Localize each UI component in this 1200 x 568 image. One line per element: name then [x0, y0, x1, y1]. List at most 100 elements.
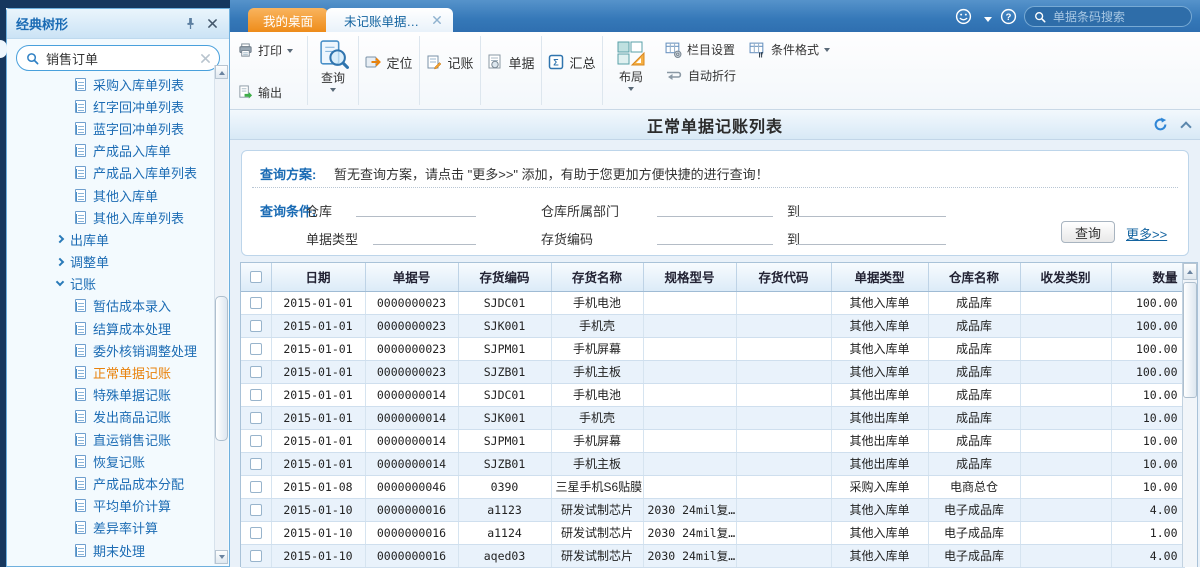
table-scrollbar[interactable]	[1182, 263, 1197, 567]
emotion-button[interactable]	[955, 8, 972, 25]
print-button[interactable]: 打印	[238, 42, 307, 59]
tree-item[interactable]	[9, 561, 212, 565]
table-row[interactable]: 2015-01-100000000016a1123研发试制芯片2030 24mi…	[241, 498, 1184, 521]
tree-item[interactable]: 产成品入库单列表	[9, 162, 212, 184]
table-row[interactable]: 2015-01-010000000023SJPM01手机屏幕其他入库单成品库10…	[241, 337, 1184, 360]
summary-button[interactable]: Σ 汇总	[548, 53, 595, 72]
tree-item[interactable]: 蓝字回冲单列表	[9, 117, 212, 139]
help-button[interactable]: ?	[1000, 8, 1017, 25]
query-button-large[interactable]: 查询	[308, 32, 358, 109]
select-all-checkbox[interactable]	[250, 271, 262, 283]
row-checkbox[interactable]	[250, 435, 262, 447]
more-link[interactable]: 更多>>	[1126, 224, 1167, 243]
tree-item[interactable]: 直运销售记账	[9, 428, 212, 450]
row-checkbox[interactable]	[250, 389, 262, 401]
search-clear-button[interactable]	[201, 54, 210, 63]
tree-item[interactable]: 正常单据记账	[9, 361, 212, 383]
row-checkbox[interactable]	[250, 343, 262, 355]
table-cell: 电子成品库	[928, 521, 1020, 544]
row-checkbox[interactable]	[250, 366, 262, 378]
refresh-button[interactable]	[1153, 117, 1168, 132]
row-checkbox[interactable]	[250, 320, 262, 332]
scroll-thumb[interactable]	[215, 296, 228, 441]
scroll-up-button[interactable]	[215, 65, 228, 79]
tree-item[interactable]: 产成品成本分配	[9, 472, 212, 494]
tree-item[interactable]: 调整单	[9, 251, 212, 273]
scroll-down-button[interactable]	[215, 550, 228, 564]
table-row[interactable]: 2015-01-010000000014SJPM01手机屏幕其他出库单成品库10…	[241, 429, 1184, 452]
tree-item[interactable]: 恢复记账	[9, 450, 212, 472]
column-header[interactable]: 单据号	[365, 263, 458, 291]
column-header[interactable]: 规格型号	[643, 263, 736, 291]
tree-item[interactable]: 记账	[9, 273, 212, 295]
row-checkbox[interactable]	[250, 458, 262, 470]
to-input-2[interactable]	[797, 229, 946, 245]
column-header[interactable]: 数量	[1111, 263, 1184, 291]
scroll-up-button[interactable]	[1183, 263, 1197, 280]
table-row[interactable]: 2015-01-010000000014SJZB01手机主板其他出库单成品库10…	[241, 452, 1184, 475]
column-header[interactable]: 收发类别	[1020, 263, 1111, 291]
warehouse-input[interactable]	[356, 201, 476, 217]
table-row[interactable]: 2015-01-010000000014SJK001手机壳其他出库单成品库10.…	[241, 406, 1184, 429]
tree-item[interactable]: 期末处理	[9, 539, 212, 561]
table-row[interactable]: 2015-01-010000000014SJDC01手机电池其他出库单成品库10…	[241, 383, 1184, 406]
tree-item[interactable]: 发出商品记账	[9, 406, 212, 428]
tree-item[interactable]: 委外核销调整处理	[9, 339, 212, 361]
table-row[interactable]: 2015-01-100000000016aqed03研发试制芯片2030 24m…	[241, 544, 1184, 567]
pin-button[interactable]	[182, 16, 198, 32]
tree-item[interactable]: 出库单	[9, 228, 212, 250]
word-wrap-button[interactable]: 自动折行	[665, 67, 736, 84]
query-submit-button[interactable]: 查询	[1061, 221, 1115, 243]
tree-item[interactable]: 其他入库单列表	[9, 206, 212, 228]
sidebar-close-button[interactable]	[204, 16, 220, 32]
tree-item[interactable]: 暂估成本录入	[9, 295, 212, 317]
tree-item[interactable]: 平均单价计算	[9, 495, 212, 517]
tree-item[interactable]: 结算成本处理	[9, 317, 212, 339]
tab-my-desktop[interactable]: 我的桌面	[248, 8, 328, 32]
column-settings-button[interactable]: 栏目设置	[665, 41, 735, 58]
barcode-search-input[interactable]: 单据条码搜索	[1024, 6, 1192, 27]
collapse-button[interactable]	[1182, 119, 1190, 131]
row-checkbox[interactable]	[250, 412, 262, 424]
column-header[interactable]: 存货名称	[551, 263, 643, 291]
tree-item[interactable]: 采购入库单列表	[9, 73, 212, 95]
tree-item[interactable]: 其他入库单	[9, 184, 212, 206]
tab-unposted-documents[interactable]: 未记账单据…	[326, 8, 453, 32]
doc-type-input[interactable]	[373, 229, 476, 245]
sidebar-scrollbar[interactable]	[214, 65, 228, 564]
sidebar-search-input[interactable]: 销售订单	[16, 45, 220, 71]
column-header[interactable]: 单据类型	[831, 263, 928, 291]
row-checkbox[interactable]	[250, 481, 262, 493]
table-row[interactable]: 2015-01-100000000016a1124研发试制芯片2030 24mi…	[241, 521, 1184, 544]
row-checkbox[interactable]	[250, 550, 262, 562]
table-row[interactable]: 2015-01-010000000023SJZB01手机主板其他入库单成品库10…	[241, 360, 1184, 383]
layout-button[interactable]: 布局	[603, 32, 659, 109]
scroll-thumb[interactable]	[1183, 282, 1197, 398]
inventory-code-input[interactable]	[657, 229, 773, 245]
export-button[interactable]: 输出	[238, 84, 307, 101]
row-checkbox[interactable]	[250, 297, 262, 309]
table-row[interactable]: 2015-01-0800000000460390三星手机S6贴膜采购入库单电商总…	[241, 475, 1184, 498]
tree-item[interactable]: 特殊单据记账	[9, 384, 212, 406]
row-checkbox[interactable]	[250, 527, 262, 539]
warehouse-dept-input[interactable]	[657, 201, 773, 217]
table-cell: a1123	[458, 498, 551, 521]
post-button[interactable]: 记账	[426, 53, 473, 72]
tab-close-button[interactable]	[433, 16, 441, 24]
to-input-1[interactable]	[797, 201, 946, 217]
column-header[interactable]: 仓库名称	[928, 263, 1020, 291]
column-header[interactable]: 日期	[271, 263, 365, 291]
locate-button[interactable]: 定位	[365, 53, 412, 72]
tree-item[interactable]: 产成品入库单	[9, 140, 212, 162]
conditional-format-button[interactable]: If 条件格式	[749, 41, 830, 58]
column-header[interactable]: 存货代码	[736, 263, 831, 291]
table-cell	[643, 314, 736, 337]
table-row[interactable]: 2015-01-010000000023SJDC01手机电池其他入库单成品库10…	[241, 291, 1184, 314]
table-row[interactable]: 2015-01-010000000023SJK001手机壳其他入库单成品库100…	[241, 314, 1184, 337]
column-header[interactable]: 存货编码	[458, 263, 551, 291]
tree-item[interactable]: 差异率计算	[9, 517, 212, 539]
tree-item[interactable]: 红字回冲单列表	[9, 95, 212, 117]
voucher-button[interactable]: 单据	[487, 53, 534, 72]
emotion-dropdown-button[interactable]	[984, 13, 992, 26]
row-checkbox[interactable]	[250, 504, 262, 516]
